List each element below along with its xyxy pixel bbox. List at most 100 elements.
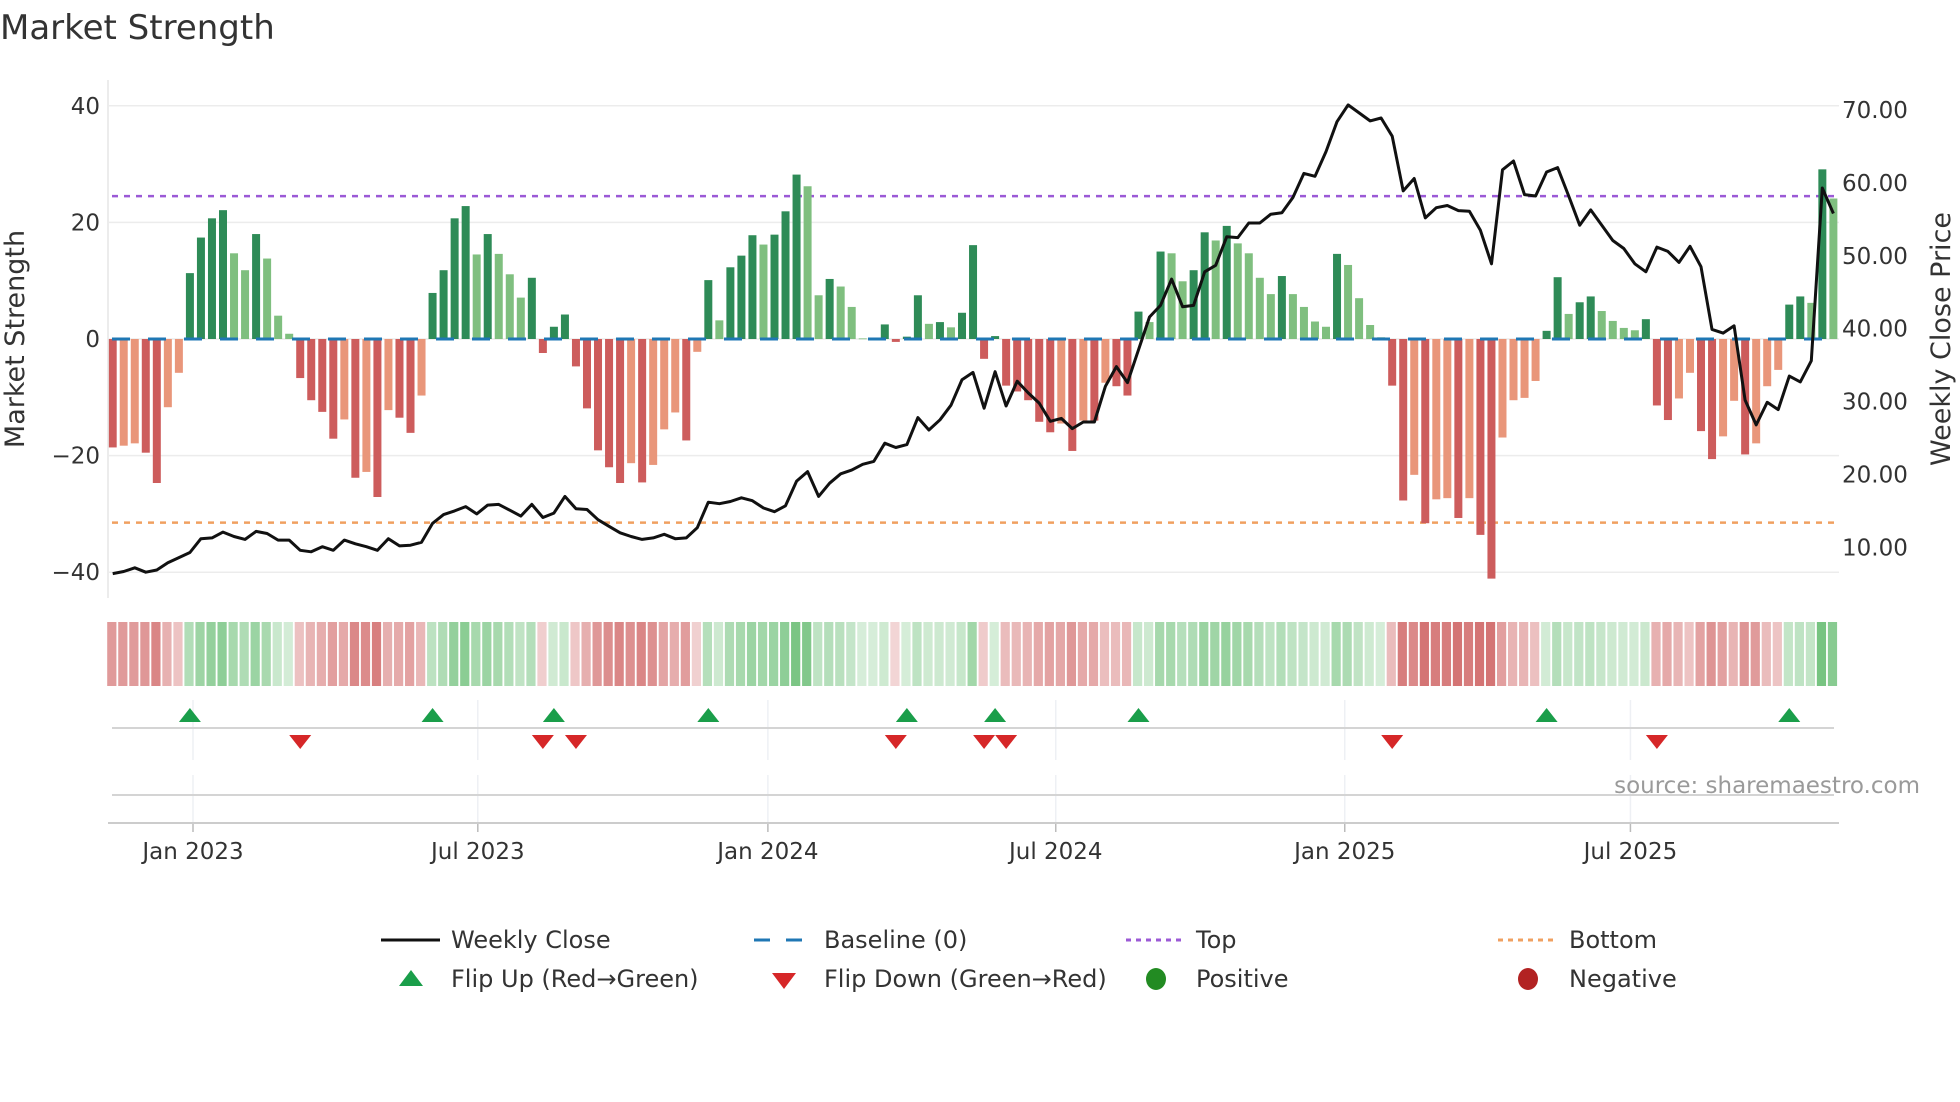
legend-item-positive[interactable]: Positive (1146, 965, 1289, 993)
strength-bar (891, 339, 900, 342)
heatmap-cell (1695, 622, 1705, 686)
heatmap-cell (1110, 622, 1121, 686)
legend-label: Flip Up (Red→Green) (451, 965, 699, 993)
left-tick-label: 0 (85, 327, 100, 353)
legend-item-bottom[interactable]: Bottom (1498, 926, 1657, 954)
strength-bar (152, 339, 161, 484)
legend-item-flip-down[interactable]: Flip Down (Green→Red) (772, 965, 1107, 993)
right-tick-label: 30.00 (1842, 390, 1908, 416)
heatmap-cell (1132, 622, 1143, 686)
strength-bar (1719, 339, 1728, 437)
heatmap-cell (1463, 622, 1474, 686)
strength-bar (1619, 327, 1628, 339)
heatmap-cell (305, 622, 315, 686)
strength-bar (770, 234, 779, 339)
strength-bar (1344, 264, 1353, 339)
strength-bar (638, 339, 647, 483)
heatmap-cell (438, 622, 448, 686)
strength-bar (296, 339, 305, 379)
heatmap-cell (316, 622, 326, 686)
flip-up-marker (542, 708, 565, 722)
strength-bar (505, 274, 514, 339)
strength-bar (1068, 339, 1077, 451)
legend-label: Bottom (1569, 926, 1657, 954)
left-tick-label: −20 (51, 444, 100, 470)
strength-bar (185, 273, 194, 339)
heatmap-cell (504, 622, 514, 686)
heatmap-cell (360, 622, 371, 686)
heatmap-cell (1155, 622, 1165, 686)
strength-bar (748, 235, 757, 339)
heatmap-cell (1144, 622, 1154, 686)
heatmap-cell (184, 622, 194, 686)
heatmap-cell (107, 622, 117, 686)
strength-bar (461, 206, 470, 339)
left-tick-label: 20 (71, 210, 100, 236)
left-axis-label: Market Strength (0, 230, 31, 448)
strength-bar (1410, 339, 1419, 475)
strength-bar (825, 278, 834, 339)
flip-up-marker (1127, 708, 1150, 722)
heatmap-cell (1342, 622, 1352, 686)
legend: Weekly Close Baseline (0) Top Bottom Fli… (381, 926, 1677, 993)
heatmap-cell (702, 622, 713, 686)
strength-bar (494, 253, 503, 339)
strength-bar (285, 333, 294, 339)
legend-item-baseline[interactable]: Baseline (0) (754, 926, 967, 954)
heatmap-cell (1618, 622, 1628, 686)
strength-bar (693, 339, 702, 352)
heatmap-cell (658, 622, 668, 686)
strength-bar (704, 280, 713, 339)
heatmap-cell (757, 622, 768, 686)
strength-bar (219, 210, 227, 339)
heatmap-cell (724, 622, 735, 686)
heatmap-cell (890, 622, 900, 686)
flip-down-marker (1381, 735, 1404, 749)
heatmap-cell (713, 622, 724, 686)
legend-item-top[interactable]: Top (1126, 926, 1237, 954)
flip-up-marker (697, 708, 720, 722)
heatmap-cell (581, 622, 591, 686)
heatmap-cell (846, 622, 856, 686)
strength-bar (1333, 253, 1342, 339)
heatmap-cell (1563, 622, 1573, 686)
heatmap-cell (327, 622, 337, 686)
strength-bar (340, 339, 349, 420)
heatmap-cell (1419, 622, 1429, 686)
strength-bar (924, 323, 933, 339)
flip-down-marker (884, 735, 907, 749)
legend-item-negative[interactable]: Negative (1518, 965, 1677, 993)
heatmap-cell (934, 622, 944, 686)
strength-bar (1399, 339, 1408, 501)
legend-item-weekly-close[interactable]: Weekly Close (381, 926, 611, 954)
legend-label: Flip Down (Green→Red) (824, 965, 1107, 993)
strength-bar (362, 339, 371, 472)
strength-bar (119, 339, 128, 446)
strength-bar (1299, 306, 1308, 339)
strength-bar (858, 338, 867, 340)
strength-bar (1454, 339, 1463, 518)
strength-bar (329, 339, 338, 439)
heatmap-cell (1011, 622, 1021, 686)
heatmap-cell (1761, 622, 1771, 686)
flip-up-marker (421, 708, 444, 722)
heatmap-cell (1088, 622, 1099, 686)
strength-bar (682, 339, 691, 441)
strength-bar (1697, 339, 1706, 432)
heatmap-cell (868, 622, 878, 686)
strength-bar (1101, 339, 1110, 383)
heatmap-cell (118, 622, 128, 686)
heatmap-cell (1276, 622, 1286, 686)
strength-bar (174, 339, 183, 373)
strength-bar (1708, 339, 1717, 460)
legend-item-flip-up[interactable]: Flip Up (Red→Green) (399, 965, 699, 993)
heatmap-cell (1188, 622, 1198, 686)
heatmap-cell (879, 622, 889, 686)
heatmap-cell (1651, 622, 1661, 686)
strength-bar (913, 295, 922, 339)
strength-bar (538, 339, 547, 353)
strength-bar (935, 322, 944, 339)
strength-bar (108, 339, 117, 448)
heatmap-cell (371, 622, 382, 686)
heatmap-cell (691, 622, 701, 686)
